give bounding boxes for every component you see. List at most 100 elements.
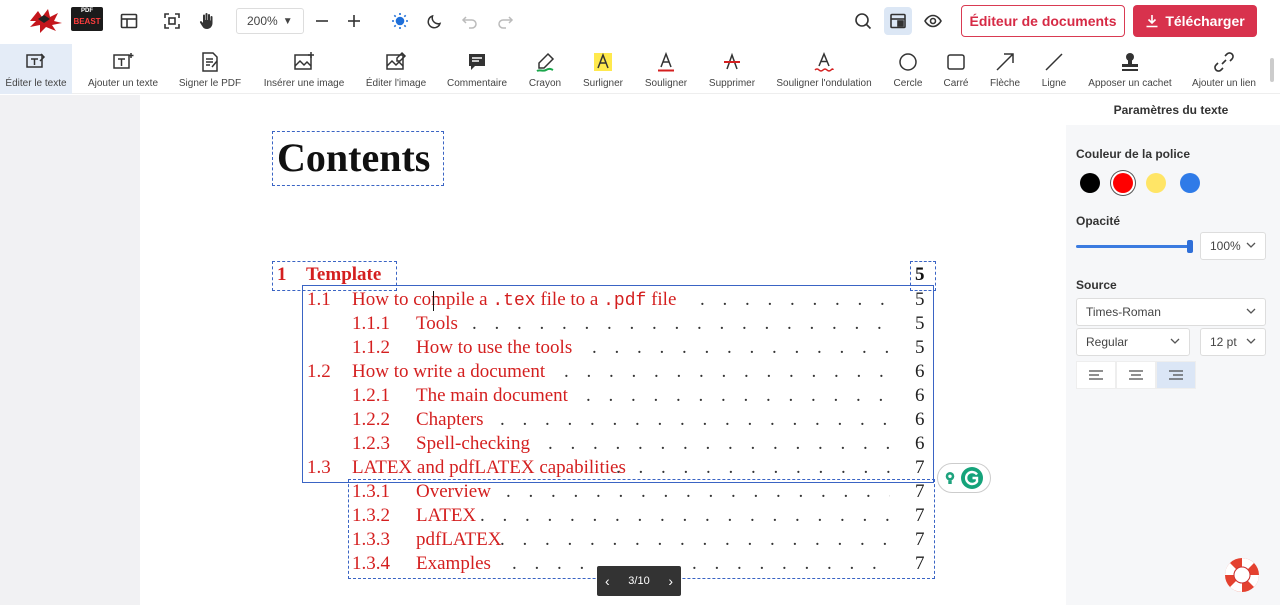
toc-entry-number: 1.1 [307, 289, 331, 310]
page-heading[interactable]: Contents [277, 135, 430, 181]
tool-wavy-underline[interactable]: Souligner l'ondulation [773, 44, 875, 94]
toc-entry-title: Examples [416, 553, 491, 574]
toc-leader-dots: . . . . . . . . . . . . . . . . . . . . … [512, 553, 890, 574]
hand-icon[interactable] [193, 7, 221, 35]
font-style-value: Regular [1086, 335, 1129, 349]
top-bar: PDF BEAST 200% ▼ Éditeur de documents Té… [0, 0, 1280, 44]
color-swatch-yellow[interactable] [1146, 173, 1166, 193]
toc-entry[interactable]: 1.1 How to compile a .tex file to a .pdf… [140, 288, 1062, 312]
tool-add-text[interactable]: Ajouter un texte [84, 44, 162, 94]
toc-entry[interactable]: 1.2.1 The main document . . . . . . . . … [140, 384, 1062, 408]
search-icon[interactable] [849, 7, 877, 35]
zoom-in-icon[interactable] [340, 7, 368, 35]
toc-entry-page: 6 [915, 361, 925, 382]
tool-strikethrough[interactable]: Supprimer [705, 44, 759, 94]
light-mode-icon[interactable] [386, 7, 414, 35]
redo-icon[interactable] [491, 7, 519, 35]
opacity-slider[interactable] [1076, 245, 1192, 248]
pencil-icon [533, 50, 557, 74]
tool-square[interactable]: Carré [938, 44, 974, 94]
tool-label: Apposer un cachet [1088, 78, 1172, 89]
text-cursor [433, 291, 434, 311]
font-family-value: Times-Roman [1086, 305, 1161, 319]
strikethrough-icon [720, 50, 744, 74]
download-button[interactable]: Télécharger [1133, 5, 1257, 37]
zoom-select[interactable]: 200% ▼ [236, 8, 304, 34]
font-family-select[interactable]: Times-Roman [1076, 298, 1266, 326]
toolbar-scrollbar[interactable] [1270, 58, 1274, 82]
toc-entry[interactable]: 1.1.2 How to use the tools . . . . . . .… [140, 336, 1062, 360]
toc-entry[interactable]: 1.3.3 pdfLATEX . . . . . . . . . . . . .… [140, 528, 1062, 552]
zoom-out-icon[interactable] [308, 7, 336, 35]
tool-label: Insérer une image [263, 78, 345, 89]
color-swatch-blue[interactable] [1180, 173, 1200, 193]
tool-pencil[interactable]: Crayon [523, 44, 567, 94]
sign-icon [198, 50, 222, 74]
help-lifebuoy-icon[interactable] [1222, 555, 1262, 595]
tool-highlight[interactable]: Surligner [579, 44, 627, 94]
color-swatch-black[interactable] [1080, 173, 1100, 193]
grammarly-icon [961, 467, 983, 489]
document-editor-button[interactable]: Éditeur de documents [961, 5, 1125, 37]
tool-stamp[interactable]: Apposer un cachet [1084, 44, 1176, 94]
prev-page-icon[interactable]: ‹ [605, 573, 610, 589]
tool-comment[interactable]: Commentaire [443, 44, 511, 94]
tool-edit-image[interactable]: Éditer l'image [362, 44, 430, 94]
undo-icon[interactable] [456, 7, 484, 35]
toc-entry[interactable]: 1.3.1 Overview . . . . . . . . . . . . .… [140, 480, 1062, 504]
opacity-slider-handle[interactable] [1187, 240, 1193, 253]
toc-entry-number: 1.3 [307, 457, 331, 478]
color-swatch-red[interactable] [1113, 173, 1133, 193]
next-page-icon[interactable]: › [668, 573, 673, 589]
toc-entry-page: 5 [915, 337, 925, 358]
toc-entry[interactable]: 1.2.3 Spell-checking . . . . . . . . . .… [140, 432, 1062, 456]
section-number: 1 [277, 264, 287, 285]
tool-circle[interactable]: Cercle [888, 44, 928, 94]
panel-toggle-icon[interactable] [884, 7, 912, 35]
opacity-select[interactable]: 100% [1200, 232, 1266, 260]
fullscreen-icon[interactable] [158, 7, 186, 35]
toc-leader-dots: . . . . . . . . . . . . . . . . . . . . … [548, 433, 890, 454]
toc-entry-page: 7 [915, 529, 925, 550]
tool-insert-image[interactable]: Insérer une image [259, 44, 349, 94]
toc-entry[interactable]: 1.2.2 Chapters . . . . . . . . . . . . .… [140, 408, 1062, 432]
toc-leader-dots: . . . . . . . . . . . . . . . . . . . . … [592, 337, 890, 358]
toc-entry[interactable]: 1.2 How to write a document . . . . . . … [140, 360, 1062, 384]
source-label: Source [1076, 278, 1117, 292]
toc-entry[interactable]: 1.3.2 LATEX . . . . . . . . . . . . . . … [140, 504, 1062, 528]
align-center-icon [1129, 370, 1143, 380]
thumbnail-panel [0, 95, 140, 605]
tool-label: Supprimer [708, 78, 756, 89]
tool-underline[interactable]: Souligner [641, 44, 691, 94]
tool-label: Souligner l'ondulation [776, 78, 872, 89]
layout-icon[interactable] [115, 7, 143, 35]
text-settings-panel: Paramètres du texte Couleur de la police… [1062, 95, 1280, 605]
tool-label: Flèche [989, 78, 1020, 89]
toc-entry-number: 1.3.1 [352, 481, 390, 502]
align-left-button[interactable] [1076, 361, 1116, 389]
dark-mode-icon[interactable] [421, 7, 449, 35]
app-logo[interactable]: PDF BEAST [28, 7, 104, 33]
eye-icon[interactable] [919, 7, 947, 35]
tool-add-link[interactable]: Ajouter un lien [1188, 44, 1260, 94]
font-size-select[interactable]: 12 pt [1200, 328, 1266, 356]
toc-entry[interactable]: 1.3 LATEX and pdfLATEX capabilities . . … [140, 456, 1062, 480]
edit-image-icon [384, 50, 408, 74]
arrow-icon [993, 50, 1017, 74]
wavy-underline-icon [812, 50, 836, 74]
font-style-select[interactable]: Regular [1076, 328, 1190, 356]
align-center-button[interactable] [1116, 361, 1156, 389]
tool-sign-pdf[interactable]: Signer le PDF [175, 44, 245, 94]
tool-label: Ajouter un lien [1192, 78, 1256, 89]
tool-edit-text[interactable]: Éditer le texte [0, 44, 72, 94]
tool-arrow[interactable]: Flèche [986, 44, 1024, 94]
align-right-button[interactable] [1156, 361, 1196, 389]
tool-line[interactable]: Ligne [1036, 44, 1072, 94]
toc-entry[interactable]: 1.1.1 Tools . . . . . . . . . . . . . . … [140, 312, 1062, 336]
align-right-icon [1169, 370, 1183, 380]
grammarly-widget[interactable] [937, 463, 991, 493]
pdf-page[interactable]: Contents 1 Template 5 1.1 How to compile… [140, 95, 1062, 605]
tool-label: Signer le PDF [178, 78, 242, 89]
toc-entry-title: LATEX and pdfLATEX capabilities [352, 457, 626, 478]
font-color-label: Couleur de la police [1076, 147, 1191, 161]
